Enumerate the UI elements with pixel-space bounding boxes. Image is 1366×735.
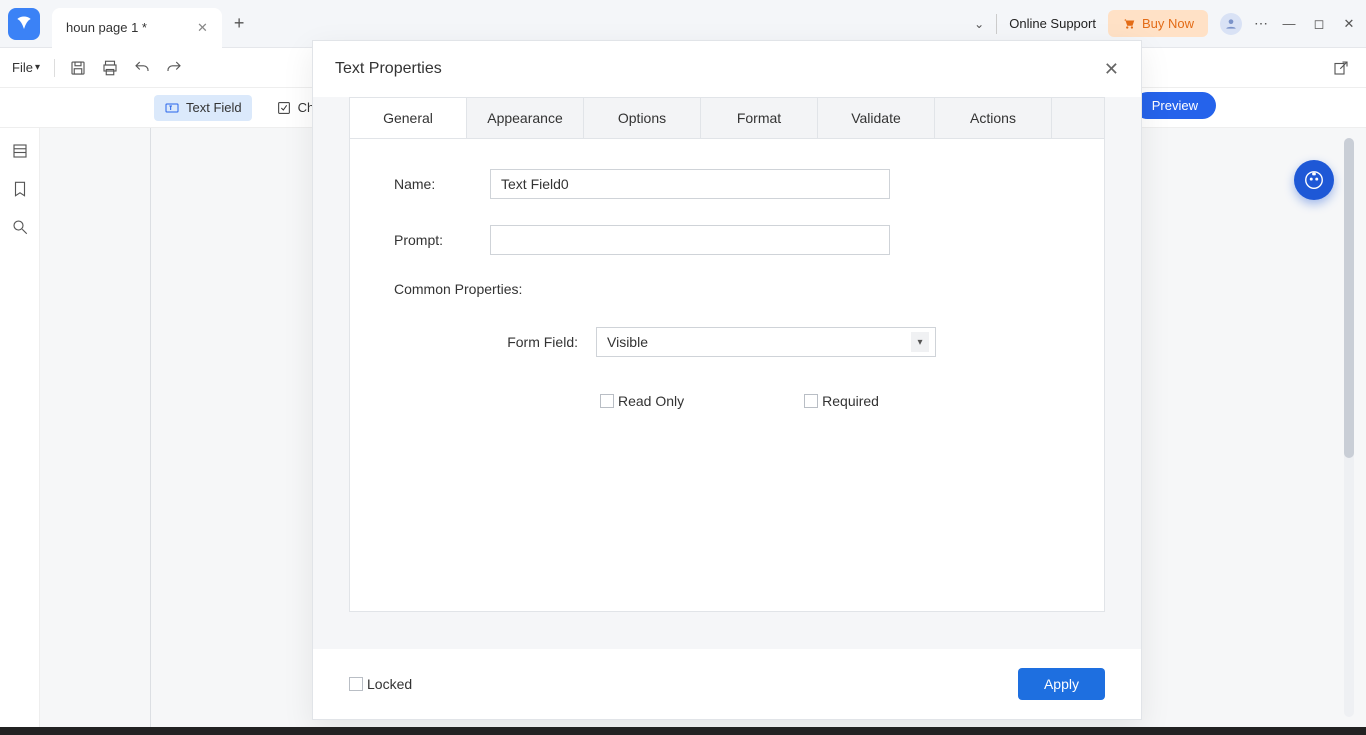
- dialog-header: Text Properties ✕: [313, 41, 1141, 97]
- bookmark-icon[interactable]: [11, 180, 29, 198]
- properties-panel: General Appearance Options Format Valida…: [349, 97, 1105, 612]
- undo-icon[interactable]: [133, 59, 151, 77]
- redo-icon[interactable]: [165, 59, 183, 77]
- checkbox-box: [349, 677, 363, 691]
- tab-options[interactable]: Options: [584, 98, 701, 138]
- form-field-select[interactable]: Visible ▾: [596, 327, 936, 357]
- dialog-footer: Locked Apply: [313, 649, 1141, 719]
- window-close-button[interactable]: ✕: [1340, 16, 1358, 32]
- required-checkbox[interactable]: Required: [804, 393, 879, 409]
- more-menu-icon[interactable]: ⋯: [1254, 15, 1268, 32]
- app-logo[interactable]: [8, 8, 40, 40]
- assistant-button[interactable]: [1294, 160, 1334, 200]
- form-field-value: Visible: [607, 334, 648, 350]
- locked-label: Locked: [367, 676, 412, 692]
- general-panel: Name: Prompt: Common Properties: Form Fi…: [350, 139, 1104, 439]
- required-label: Required: [822, 393, 879, 409]
- read-only-checkbox[interactable]: Read Only: [600, 393, 684, 409]
- text-field-tool[interactable]: Text Field: [154, 95, 252, 121]
- name-label: Name:: [394, 176, 490, 192]
- text-properties-dialog: Text Properties ✕ General Appearance Opt…: [312, 40, 1142, 720]
- read-only-label: Read Only: [618, 393, 684, 409]
- tab-close-icon[interactable]: ✕: [197, 20, 208, 36]
- tab-spacer: [1052, 98, 1104, 138]
- prompt-label: Prompt:: [394, 232, 490, 248]
- chevron-down-icon: ▾: [35, 62, 40, 73]
- window-minimize-button[interactable]: —: [1280, 16, 1298, 31]
- tab-format[interactable]: Format: [701, 98, 818, 138]
- online-support-link[interactable]: Online Support: [1009, 16, 1096, 31]
- dialog-title: Text Properties: [335, 60, 442, 78]
- file-menu[interactable]: File ▾: [12, 60, 40, 75]
- left-sidebar: [0, 128, 40, 735]
- os-taskbar: [0, 727, 1366, 735]
- thumbnails-icon[interactable]: [11, 142, 29, 160]
- chevron-down-icon[interactable]: ⌄: [974, 17, 984, 31]
- apply-button[interactable]: Apply: [1018, 668, 1105, 700]
- prompt-input[interactable]: [490, 225, 890, 255]
- window-maximize-button[interactable]: ◻: [1310, 16, 1328, 32]
- dialog-body: General Appearance Options Format Valida…: [313, 97, 1141, 649]
- checkbox-box: [804, 394, 818, 408]
- tab-appearance[interactable]: Appearance: [467, 98, 584, 138]
- tab-title: houn page 1 *: [66, 20, 147, 35]
- dialog-close-button[interactable]: ✕: [1104, 59, 1119, 80]
- file-menu-label: File: [12, 60, 33, 75]
- buy-now-label: Buy Now: [1142, 16, 1194, 31]
- tab-general[interactable]: General: [350, 98, 467, 138]
- user-avatar[interactable]: [1220, 13, 1242, 35]
- checkbox-box: [600, 394, 614, 408]
- new-tab-button[interactable]: +: [234, 13, 245, 34]
- text-field-tool-label: Text Field: [186, 100, 242, 115]
- page-edge: [150, 128, 151, 727]
- select-caret-icon: ▾: [911, 332, 929, 352]
- preview-button[interactable]: Preview: [1134, 92, 1216, 119]
- buy-now-button[interactable]: Buy Now: [1108, 10, 1208, 37]
- locked-checkbox[interactable]: Locked: [349, 676, 412, 692]
- external-link-icon[interactable]: [1332, 59, 1350, 77]
- tab-actions[interactable]: Actions: [935, 98, 1052, 138]
- scrollbar-thumb[interactable]: [1344, 138, 1354, 458]
- properties-tabs: General Appearance Options Format Valida…: [350, 98, 1104, 139]
- divider: [54, 59, 55, 77]
- search-icon[interactable]: [11, 218, 29, 236]
- document-tab[interactable]: houn page 1 * ✕: [52, 8, 222, 48]
- divider: [996, 14, 997, 34]
- form-field-label: Form Field:: [484, 334, 596, 350]
- print-icon[interactable]: [101, 59, 119, 77]
- common-properties-label: Common Properties:: [394, 281, 1060, 297]
- tab-validate[interactable]: Validate: [818, 98, 935, 138]
- save-icon[interactable]: [69, 59, 87, 77]
- name-input[interactable]: [490, 169, 890, 199]
